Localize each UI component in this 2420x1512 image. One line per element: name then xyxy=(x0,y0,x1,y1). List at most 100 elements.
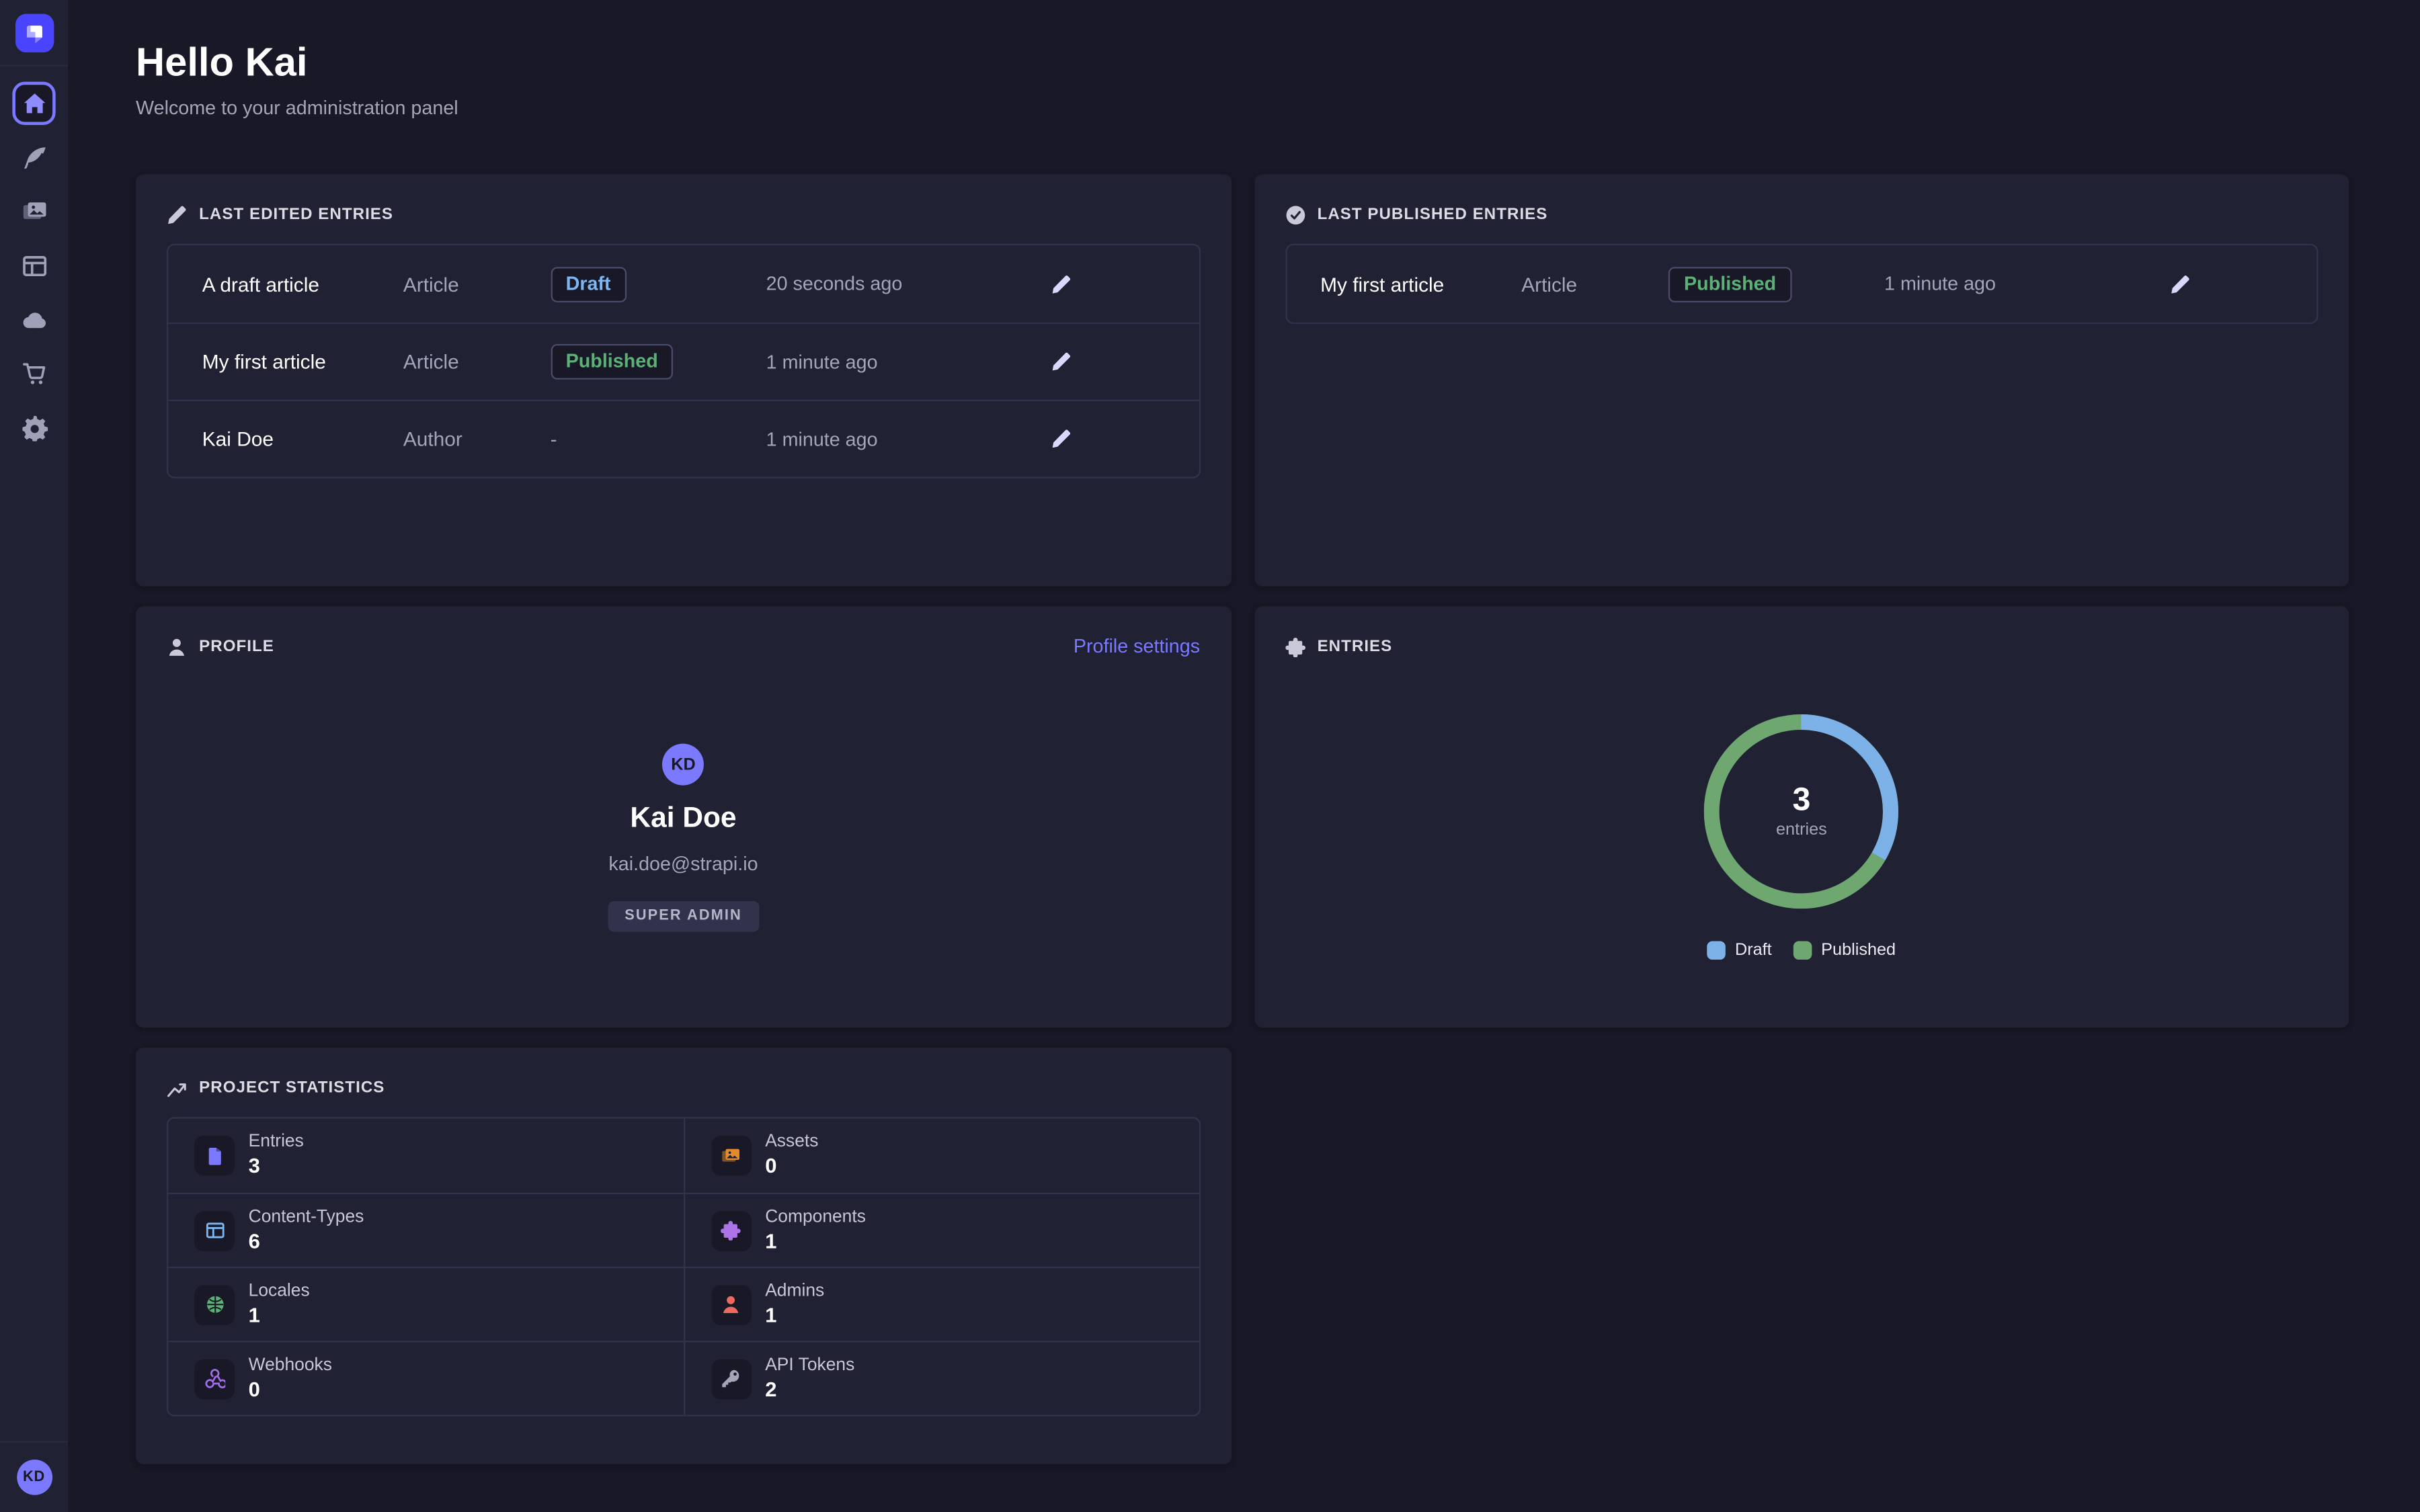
sidebar-item-media-library[interactable] xyxy=(12,190,55,233)
stat-value: 1 xyxy=(249,1302,310,1328)
status-badge-published: Published xyxy=(551,344,674,380)
entry-name: My first article xyxy=(202,350,403,373)
entries-donut-chart: 3 entries xyxy=(1704,714,1898,909)
stat-cell-entries: Entries3 xyxy=(168,1119,683,1193)
images-icon xyxy=(711,1136,752,1176)
card-title: ENTRIES xyxy=(1318,637,1393,656)
status-badge-draft: Draft xyxy=(551,266,627,302)
stat-label: Content-Types xyxy=(249,1208,364,1228)
sidebar-item-marketplace[interactable] xyxy=(12,351,55,394)
page-subtitle: Welcome to your administration panel xyxy=(136,97,2349,120)
entry-row[interactable]: A draft articleArticleDraft20 seconds ag… xyxy=(168,245,1199,323)
pencil-icon xyxy=(1052,351,1072,372)
home-icon xyxy=(21,90,47,116)
pencil-icon xyxy=(1052,429,1072,449)
stat-label: Components xyxy=(765,1208,866,1228)
stat-value: 1 xyxy=(765,1227,866,1253)
card-title: LAST PUBLISHED ENTRIES xyxy=(1318,205,1548,224)
stat-cell-components: Components1 xyxy=(684,1193,1199,1267)
edit-entry-button[interactable] xyxy=(1045,267,1078,300)
entry-row[interactable]: My first articleArticlePublished1 minute… xyxy=(1287,245,2317,323)
entry-name: Kai Doe xyxy=(202,427,403,450)
donut-legend: Draft Published xyxy=(1707,941,1896,960)
stat-label: Webhooks xyxy=(249,1355,332,1376)
images-icon xyxy=(21,198,47,224)
legend-label: Published xyxy=(1821,941,1896,960)
user-icon xyxy=(711,1284,752,1325)
stat-value: 0 xyxy=(249,1376,332,1402)
edit-entry-button[interactable] xyxy=(1045,345,1078,378)
stat-cell-admins: Admins1 xyxy=(684,1267,1199,1341)
entries-donut-wrap: 3 entries Draft Published xyxy=(1285,714,2318,960)
feather-icon xyxy=(21,144,47,171)
pencil-icon xyxy=(167,204,187,224)
legend-swatch xyxy=(1793,941,1812,960)
profile-settings-link[interactable]: Profile settings xyxy=(1074,636,1200,657)
user-avatar[interactable]: KD xyxy=(16,1460,52,1495)
card-title: LAST EDITED ENTRIES xyxy=(199,205,393,224)
puzzle-icon xyxy=(1285,636,1305,657)
entry-type: Article xyxy=(403,272,551,295)
sidebar-nav xyxy=(0,67,68,449)
sidebar-item-content-type-builder[interactable] xyxy=(12,244,55,287)
sidebar-item-home[interactable] xyxy=(12,82,55,125)
stat-value: 3 xyxy=(249,1152,304,1179)
entry-updated-time: 1 minute ago xyxy=(766,351,1046,372)
edit-entry-button[interactable] xyxy=(1045,423,1078,455)
sidebar-item-deploy[interactable] xyxy=(12,298,55,341)
entry-row[interactable]: Kai DoeAuthor- 1 minute ago xyxy=(168,400,1199,477)
sidebar-item-content-manager[interactable] xyxy=(12,136,55,179)
main-content: Hello Kai Welcome to your administration… xyxy=(68,0,2420,1512)
sidebar-bottom-divider xyxy=(0,1441,68,1442)
card-title: PROJECT STATISTICS xyxy=(199,1079,385,1097)
layout-icon xyxy=(194,1210,235,1251)
entries-total: 3 xyxy=(1792,782,1810,819)
page-title: Hello Kai xyxy=(136,37,2349,86)
stat-cell-assets: Assets0 xyxy=(684,1119,1199,1193)
stat-cell-content-types: Content-Types6 xyxy=(168,1193,683,1267)
legend-swatch xyxy=(1707,941,1726,960)
entry-name: A draft article xyxy=(202,272,403,295)
user-icon xyxy=(167,636,187,657)
strapi-logo[interactable] xyxy=(15,14,53,52)
gear-icon xyxy=(21,414,47,440)
profile-avatar: KD xyxy=(663,744,704,786)
profile-body: KD Kai Doe kai.doe@strapi.io SUPER ADMIN xyxy=(167,659,1200,931)
entry-updated-time: 1 minute ago xyxy=(766,428,1046,450)
stat-label: Locales xyxy=(249,1282,310,1302)
donut-center-label: 3 entries xyxy=(1704,714,1898,909)
card-header: LAST PUBLISHED ENTRIES xyxy=(1285,202,2318,227)
card-header: PROJECT STATISTICS xyxy=(167,1075,1200,1100)
profile-role-badge: SUPER ADMIN xyxy=(608,901,759,932)
stat-value: 6 xyxy=(249,1227,364,1253)
strapi-admin-dashboard: KD Hello Kai Welcome to your administrat… xyxy=(0,0,2420,1512)
globe-icon xyxy=(194,1284,235,1325)
entry-type: Author xyxy=(403,427,551,450)
cloud-icon xyxy=(21,306,47,333)
entry-status: - xyxy=(551,427,557,450)
trend-up-icon xyxy=(167,1078,187,1098)
card-header: LAST EDITED ENTRIES xyxy=(167,202,1200,227)
stat-cell-webhooks: Webhooks0 xyxy=(168,1341,683,1415)
webhook-icon xyxy=(194,1359,235,1399)
entry-type: Article xyxy=(403,350,551,373)
entry-name: My first article xyxy=(1320,272,1521,295)
entries-unit: entries xyxy=(1776,819,1827,841)
legend-item-draft: Draft xyxy=(1707,941,1772,960)
card-title: PROFILE xyxy=(199,637,274,656)
entry-updated-time: 1 minute ago xyxy=(1884,273,2164,294)
edit-entry-button[interactable] xyxy=(2164,267,2196,300)
entry-type: Article xyxy=(1521,272,1668,295)
last-edited-table: A draft articleArticleDraft20 seconds ag… xyxy=(167,244,1200,478)
key-icon xyxy=(711,1359,752,1399)
card-header: ENTRIES xyxy=(1285,634,2318,659)
project-statistics-card: PROJECT STATISTICS Entries3Assets0Conten… xyxy=(136,1048,1231,1464)
stat-label: API Tokens xyxy=(765,1355,854,1376)
entry-row[interactable]: My first articleArticlePublished 1 minute… xyxy=(168,323,1199,400)
stat-cell-api-tokens: API Tokens2 xyxy=(684,1341,1199,1415)
last-published-table: My first articleArticlePublished1 minute… xyxy=(1285,244,2318,324)
sidebar-item-settings[interactable] xyxy=(12,406,55,449)
profile-name: Kai Doe xyxy=(630,799,736,835)
card-header: PROFILE Profile settings xyxy=(167,634,1200,659)
last-published-entries-card: LAST PUBLISHED ENTRIES My first articleA… xyxy=(1254,174,2349,586)
